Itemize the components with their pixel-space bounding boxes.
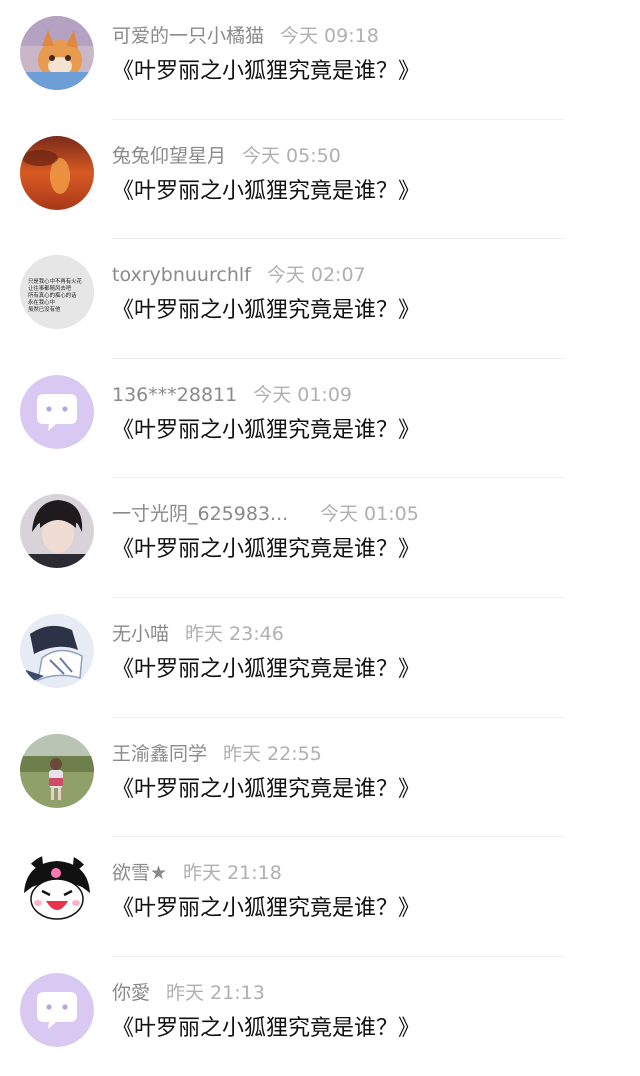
avatar-text-line: 虽然已没有他 — [28, 305, 61, 313]
avatar[interactable] — [20, 972, 94, 1047]
timestamp: 今天 02:07 — [266, 264, 366, 287]
timestamp: 昨天 21:18 — [183, 862, 282, 885]
comment-text: 《叶罗丽之小狐狸究竟是谁？》 — [112, 59, 421, 84]
child-avatar-icon — [20, 733, 94, 808]
username[interactable]: 一寸光阴_625983... — [112, 500, 304, 528]
comment-text: 《叶罗丽之小狐狸究竟是谁？》 — [112, 776, 421, 802]
sunset-avatar-icon — [20, 135, 94, 210]
comment-text: 《叶罗丽之小狐狸究竟是谁？》 — [112, 178, 421, 204]
comment-item[interactable]: 可爱的一只小橘猫 今天 09:18 《叶罗丽之小狐狸究竟是谁？》 — [0, 0, 640, 120]
anime-avatar-icon — [20, 614, 94, 688]
person-avatar-icon — [20, 494, 94, 569]
comment-list: 可爱的一只小橘猫 今天 09:18 《叶罗丽之小狐狸究竟是谁？》 兔兔仰望星月 … — [0, 0, 640, 1076]
username[interactable]: 136***28811 — [112, 384, 237, 406]
timestamp: 今天 01:05 — [320, 503, 419, 526]
avatar[interactable] — [20, 494, 94, 569]
avatar[interactable]: 只是我心中不再有火花 让往事都随风去吧 所有真心的痴心的话 永在我心中 虽然已没… — [20, 255, 94, 330]
username[interactable]: 欲雪★ — [112, 862, 167, 884]
username[interactable]: 兔兔仰望星月 — [112, 145, 226, 167]
default-avatar-icon — [20, 374, 94, 449]
comment-item[interactable]: 只是我心中不再有火花 让往事都随风去吧 所有真心的痴心的话 永在我心中 虽然已没… — [0, 239, 640, 359]
comment-item[interactable]: 136***28811 今天 01:09 《叶罗丽之小狐狸究竟是谁？》 — [0, 359, 640, 479]
comment-item[interactable]: 王渝鑫同学 昨天 22:55 《叶罗丽之小狐狸究竟是谁？》 — [0, 718, 640, 838]
avatar-text-line: 只是我心中不再有火花 — [28, 277, 83, 285]
username[interactable]: toxrybnuurchlf — [112, 264, 251, 286]
timestamp: 昨天 23:46 — [185, 623, 284, 645]
username[interactable]: 你愛 — [112, 982, 150, 1004]
avatar[interactable] — [20, 374, 94, 449]
comment-item[interactable]: 欲雪★ 昨天 21:18 《叶罗丽之小狐狸究竟是谁？》 — [0, 837, 640, 957]
avatar[interactable] — [20, 135, 94, 210]
comment-text: 《叶罗丽之小狐狸究竟是谁？》 — [112, 896, 421, 922]
username[interactable]: 王渝鑫同学 — [112, 743, 207, 765]
avatar-text-line: 所有真心的痴心的话 — [28, 291, 77, 299]
default-avatar-icon — [20, 972, 94, 1047]
comment-text: 《叶罗丽之小狐狸究竟是谁？》 — [112, 537, 421, 563]
avatar[interactable] — [20, 733, 94, 808]
avatar-text-line: 让往事都随风去吧 — [28, 284, 72, 292]
text-avatar-icon: 只是我心中不再有火花 让往事都随风去吧 所有真心的痴心的话 永在我心中 虽然已没… — [20, 255, 94, 330]
comment-item[interactable]: 兔兔仰望星月 今天 05:50 《叶罗丽之小狐狸究竟是谁？》 — [0, 120, 640, 240]
username[interactable]: 无小喵 — [112, 623, 169, 645]
timestamp: 今天 01:09 — [253, 383, 353, 406]
kuromi-avatar-icon — [20, 853, 94, 928]
timestamp: 昨天 21:13 — [166, 981, 265, 1004]
comment-text: 《叶罗丽之小狐狸究竟是谁？》 — [112, 1015, 421, 1041]
avatar-text-line: 永在我心中 — [28, 298, 55, 306]
comment-text: 《叶罗丽之小狐狸究竟是谁？》 — [112, 657, 421, 682]
comment-item[interactable]: 一寸光阴_625983... 今天 01:05 《叶罗丽之小狐狸究竟是谁？》 — [0, 478, 640, 598]
comment-item[interactable]: 你愛 昨天 21:13 《叶罗丽之小狐狸究竟是谁？》 — [0, 957, 640, 1076]
avatar[interactable] — [20, 16, 94, 90]
avatar[interactable] — [20, 853, 94, 928]
avatar[interactable] — [20, 614, 94, 688]
comment-item[interactable]: 无小喵 昨天 23:46 《叶罗丽之小狐狸究竟是谁？》 — [0, 598, 640, 718]
timestamp: 昨天 22:55 — [223, 742, 322, 765]
timestamp: 今天 05:50 — [242, 144, 341, 167]
timestamp: 今天 09:18 — [280, 25, 379, 47]
comment-text: 《叶罗丽之小狐狸究竟是谁？》 — [112, 417, 421, 443]
username[interactable]: 可爱的一只小橘猫 — [112, 25, 264, 47]
kitten-avatar-icon — [20, 16, 94, 90]
comment-text: 《叶罗丽之小狐狸究竟是谁？》 — [112, 298, 421, 324]
